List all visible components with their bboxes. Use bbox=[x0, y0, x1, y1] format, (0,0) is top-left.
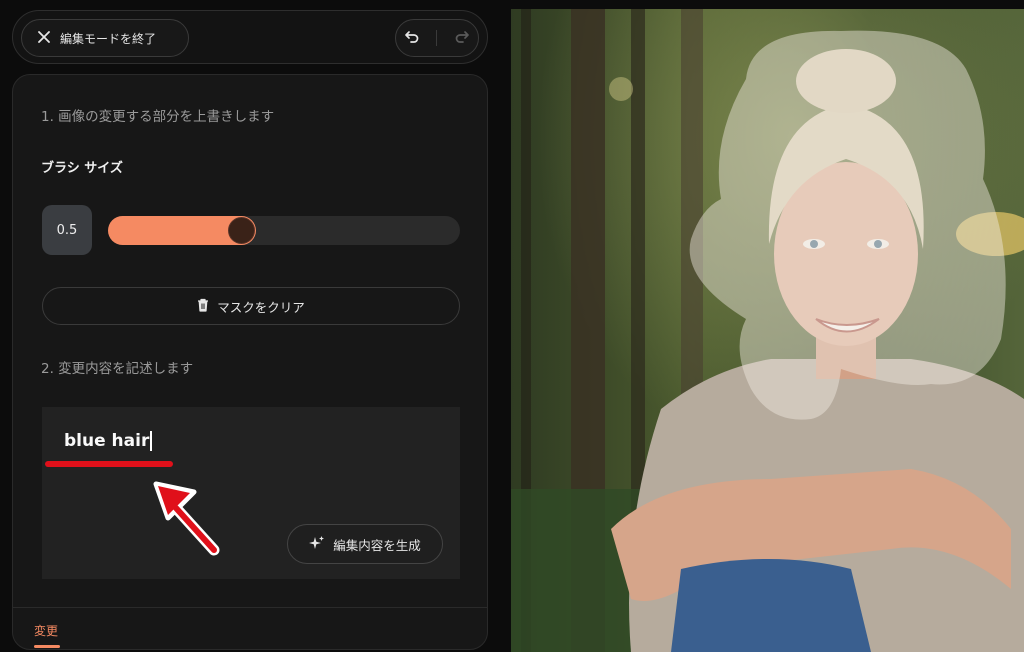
brush-size-value: 0.5 bbox=[42, 205, 92, 255]
edit-prompt-input[interactable]: blue hair 編集内容を生成 bbox=[42, 407, 460, 579]
undo-redo-divider bbox=[436, 30, 438, 46]
exit-edit-mode-label: 編集モードを終了 bbox=[60, 31, 157, 46]
close-icon bbox=[38, 30, 50, 46]
image-canvas[interactable] bbox=[511, 9, 1024, 652]
edit-prompt-text: blue hair bbox=[64, 431, 152, 451]
clear-mask-button[interactable]: マスクをクリア bbox=[42, 287, 460, 325]
undo-redo-group bbox=[395, 19, 479, 57]
clear-mask-label: マスクをクリア bbox=[217, 299, 305, 315]
brush-size-value-text: 0.5 bbox=[56, 222, 78, 238]
top-bar: 編集モードを終了 bbox=[12, 10, 488, 64]
sparkle-icon bbox=[309, 535, 325, 554]
step-1-label: 1. 画像の変更する部分を上書きします bbox=[41, 109, 275, 125]
edit-prompt-value: blue hair bbox=[64, 431, 150, 451]
portrait-photo bbox=[511, 9, 1024, 652]
edit-panel: 1. 画像の変更する部分を上書きします ブラシ サイズ 0.5 マスクをクリア … bbox=[12, 74, 488, 650]
generate-edit-label: 編集内容を生成 bbox=[333, 537, 421, 553]
tab-change[interactable]: 変更 bbox=[34, 622, 58, 639]
panel-divider bbox=[13, 607, 487, 608]
brush-size-slider-thumb[interactable] bbox=[228, 217, 255, 244]
redo-icon[interactable] bbox=[454, 28, 470, 48]
generate-edit-button[interactable]: 編集内容を生成 bbox=[287, 524, 443, 564]
step-2-label: 2. 変更内容を記述します bbox=[41, 361, 194, 377]
brush-size-label: ブラシ サイズ bbox=[41, 161, 123, 176]
tab-change-underline bbox=[34, 645, 60, 648]
exit-edit-mode-button[interactable]: 編集モードを終了 bbox=[21, 19, 189, 57]
undo-icon[interactable] bbox=[404, 28, 420, 48]
brush-size-slider[interactable] bbox=[108, 216, 460, 245]
trash-icon bbox=[197, 298, 209, 315]
text-caret bbox=[150, 431, 152, 451]
